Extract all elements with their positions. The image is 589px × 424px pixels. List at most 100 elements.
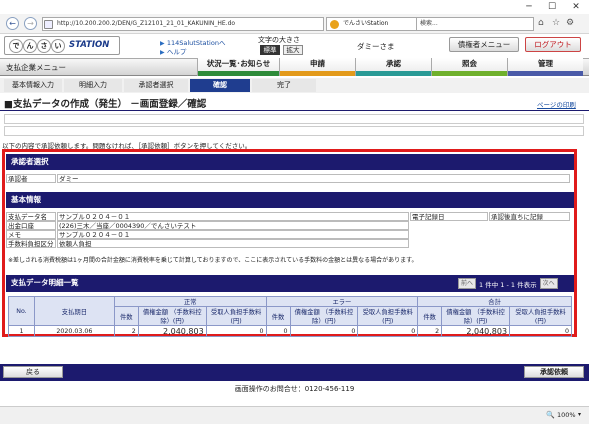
approver-value: ダミー — [57, 174, 570, 183]
detail-section-title: 支払データ明細一覧 — [11, 278, 79, 287]
cell-normal-fee: 0 — [205, 325, 267, 337]
cell-total-count: 2 — [417, 325, 443, 337]
approver-section-header: 承認者選択 — [6, 154, 574, 170]
tab-apply[interactable]: 申請 — [279, 58, 355, 76]
user-name: ダミーさま — [357, 42, 395, 51]
back-nav-icon[interactable]: ← — [6, 17, 19, 30]
font-large-button[interactable]: 拡大 — [283, 45, 303, 55]
search-placeholder: 検索... — [420, 20, 438, 27]
cell-normal-count: 2 — [113, 325, 139, 337]
menu-section-title: 支払企業メニュー — [6, 63, 66, 72]
pager-prev-button[interactable]: 前へ — [458, 278, 477, 289]
favicon-icon — [330, 20, 339, 29]
tab-color-bar — [356, 71, 431, 76]
tab-label: 照会 — [462, 59, 477, 68]
tab-label: 申請 — [310, 59, 325, 68]
logo-char: い — [51, 39, 65, 53]
tab-manage[interactable]: 管理 — [507, 58, 583, 76]
step-basic-info: 基本情報入力 — [4, 79, 62, 92]
window-titlebar: ─ ☐ ✕ — [0, 0, 589, 14]
zoom-icon[interactable]: 🔍 — [546, 411, 555, 419]
withdrawal-account-value: (226)三木／当座／0004390／でんさいテスト — [57, 221, 409, 230]
col-count: 件数 — [417, 306, 443, 326]
basic-info-section-header: 基本情報 — [6, 192, 574, 208]
submit-approval-button[interactable]: 承認依頼 — [524, 366, 584, 378]
url-bar[interactable]: http://10.200.200.2/DEN/G_Z12101_21_01_K… — [42, 17, 324, 31]
tab-approve[interactable]: 承認 — [355, 58, 431, 76]
pager-info: 1 件中 1 - 1 件表示 — [479, 280, 537, 289]
logo-char: さ — [37, 39, 51, 53]
fee-burden-label: 手数料負担区分 — [6, 239, 56, 248]
payment-data-name-value: サンプル０２０４－０１ — [57, 212, 409, 221]
font-standard-button[interactable]: 標準 — [260, 45, 280, 55]
print-page-link[interactable]: ページの印刷 — [537, 99, 576, 109]
col-group-normal: 正常 — [113, 296, 267, 307]
tab-label: 承認 — [386, 59, 401, 68]
col-group-error: エラー — [265, 296, 419, 307]
detail-table: No. 支払期日 正常 エラー 合計 件数 債権金額 （手数料控除）(円) 受取… — [8, 296, 572, 337]
favorites-icon[interactable]: ☆ — [552, 18, 560, 28]
cell-total-amount: 2,040,803 — [441, 325, 511, 337]
col-date: 支払期日 — [33, 296, 115, 326]
e-record-date-value: 承認後直ちに記録 — [489, 212, 570, 221]
tab-color-bar — [508, 71, 583, 76]
browser-search-input[interactable]: 検索... — [416, 17, 534, 31]
creditor-menu-button[interactable]: 債権者メニュー — [449, 37, 519, 52]
pager-next-button[interactable]: 次へ — [539, 278, 558, 289]
contact-info: 画面操作のお問合せ：0120-456-119 — [234, 385, 355, 393]
tab-color-bar — [198, 71, 279, 76]
home-icon[interactable]: ⌂ — [538, 18, 544, 28]
message-area-2 — [4, 126, 584, 136]
step-approver-select: 承認者選択 — [124, 79, 188, 92]
tab-label: 状況一覧･お知らせ — [206, 59, 271, 68]
logo-char: ん — [23, 39, 37, 53]
settings-gear-icon[interactable]: ⚙ — [566, 18, 574, 28]
zoom-dropdown-icon[interactable]: ▾ — [578, 411, 581, 418]
tab-color-bar — [432, 71, 507, 76]
col-fee: 受取人負担手数料 (円) — [357, 306, 419, 326]
cell-normal-amount: 2,040,803 — [137, 325, 207, 337]
approver-label: 承認者 — [6, 174, 56, 183]
page-title: ■支払データの作成（発生） －画面登録／確認 — [4, 99, 207, 110]
col-count: 件数 — [265, 306, 291, 326]
col-group-total: 合計 — [417, 296, 572, 307]
cell-error-fee: 0 — [357, 325, 419, 337]
step-confirm: 確認 — [190, 79, 250, 92]
cell-error-amount: 0 — [289, 325, 359, 337]
tab-status-news[interactable]: 状況一覧･お知らせ — [197, 58, 279, 76]
help-link[interactable]: ▶ ヘルプ — [160, 46, 186, 56]
tax-note: ※差しされる消費税額は1ヶ月間の合計金額に消費税率を乗じて計算しておりますので、… — [8, 257, 418, 264]
step-complete: 完了 — [252, 79, 316, 92]
table-row: 1 2020.03.06 2 2,040,803 0 0 0 0 2 2,040… — [8, 325, 572, 337]
zoom-level[interactable]: 100% — [557, 411, 576, 419]
forward-nav-icon[interactable]: → — [24, 17, 37, 30]
payment-data-name-label: 支払データ名 — [6, 212, 56, 221]
col-fee: 受取人負担手数料 (円) — [509, 306, 572, 326]
cell-date: 2020.03.06 — [33, 325, 115, 337]
close-icon[interactable]: ✕ — [566, 0, 586, 14]
col-count: 件数 — [113, 306, 139, 326]
minimize-icon[interactable]: ─ — [519, 0, 539, 14]
cell-total-fee: 0 — [509, 325, 572, 337]
logo-suffix: STATION — [69, 40, 110, 50]
maximize-icon[interactable]: ☐ — [542, 0, 562, 14]
title-divider — [0, 110, 589, 111]
back-button[interactable]: 戻る — [3, 366, 63, 378]
page-icon — [44, 20, 53, 29]
tab-title: でんさいStation — [343, 20, 389, 27]
logo-char: で — [9, 39, 23, 53]
browser-tab[interactable]: でんさいStation — [326, 17, 418, 31]
logout-button[interactable]: ログアウト — [525, 37, 581, 52]
col-fee: 受取人負担手数料 (円) — [205, 306, 267, 326]
font-size-label: 文字の大きさ — [258, 36, 300, 44]
app-logo[interactable]: で ん さ い STATION — [4, 36, 120, 55]
tab-inquiry[interactable]: 照会 — [431, 58, 507, 76]
memo-label: メモ — [6, 230, 56, 239]
tab-label: 管理 — [538, 59, 553, 68]
message-area — [4, 114, 584, 124]
link-help[interactable]: ヘルプ — [167, 48, 187, 56]
url-text: http://10.200.200.2/DEN/G_Z12101_21_01_K… — [57, 20, 236, 27]
step-detail-input: 明細入力 — [64, 79, 122, 92]
fee-burden-value: 依頼人負担 — [57, 239, 409, 248]
browser-statusbar: 🔍 100% ▾ — [0, 406, 589, 424]
